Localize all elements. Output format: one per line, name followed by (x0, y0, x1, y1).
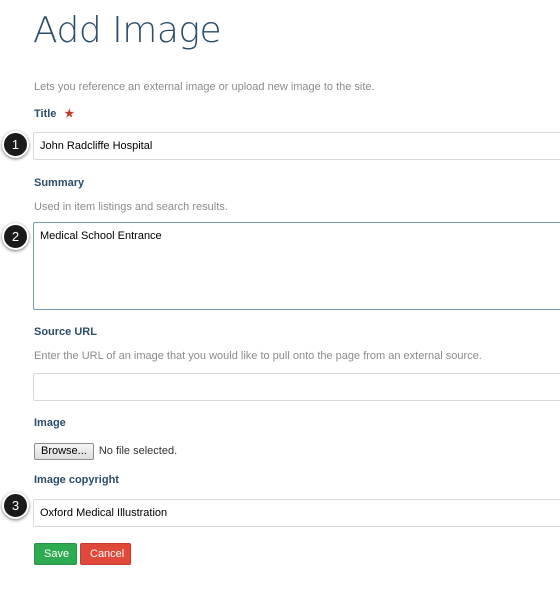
source-url-input[interactable] (33, 373, 560, 401)
callout-marker-3: 3 (2, 492, 29, 519)
callout-marker-1: 1 (2, 131, 29, 158)
summary-label: Summary (34, 177, 85, 189)
source-url-help-text: Enter the URL of an image that you would… (34, 350, 482, 362)
image-label: Image (34, 417, 66, 429)
summary-textarea[interactable]: Medical School Entrance (33, 222, 560, 310)
title-input[interactable] (33, 132, 560, 160)
image-copyright-label: Image copyright (34, 474, 119, 486)
title-label: Title ★ (34, 107, 74, 120)
callout-marker-2: 2 (2, 223, 29, 250)
page-title: Add Image (33, 10, 222, 51)
save-button[interactable]: Save (34, 543, 77, 565)
summary-help-text: Used in item listings and search results… (34, 201, 228, 213)
browse-button[interactable]: Browse... (34, 442, 94, 460)
page-description: Lets you reference an external image or … (34, 81, 375, 93)
source-url-label: Source URL (34, 326, 97, 338)
title-label-text: Title (34, 108, 57, 120)
image-copyright-input[interactable] (33, 499, 560, 527)
cancel-button[interactable]: Cancel (80, 543, 131, 565)
file-status-text: No file selected. (98, 445, 178, 457)
image-file-picker: Browse... No file selected. (34, 442, 177, 460)
required-star-icon: ★ (64, 108, 75, 120)
